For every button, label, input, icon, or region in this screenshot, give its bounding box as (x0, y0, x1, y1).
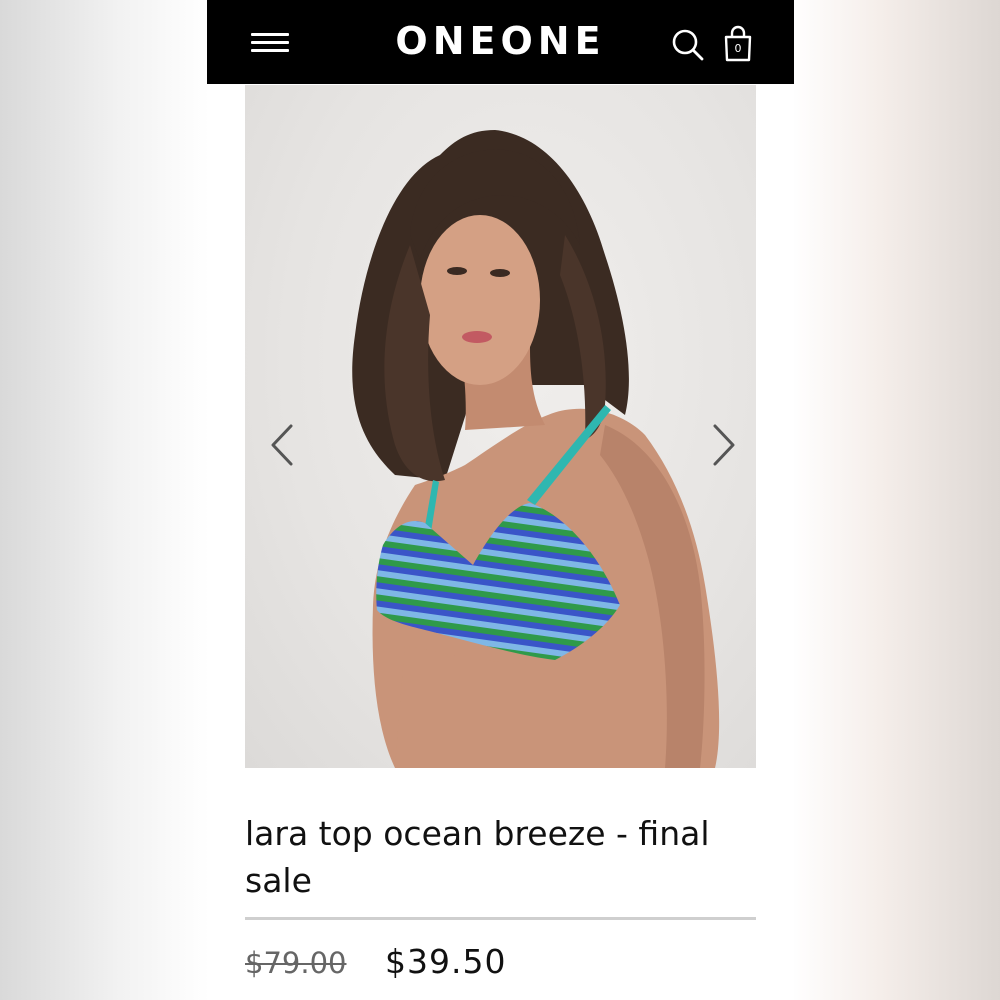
chevron-left-icon (271, 424, 293, 466)
product-photo-illustration (352, 130, 720, 768)
cart-count-badge: 0 (734, 42, 742, 55)
gallery-next-button[interactable] (703, 420, 743, 470)
product-title: lara top ocean breeze - final sale (245, 814, 710, 900)
phone-screen: ONEONE 0 lara top ocean breeze - final s… (207, 0, 794, 1000)
shopping-bag-icon[interactable]: 0 (723, 25, 753, 63)
divider (245, 917, 756, 920)
gallery-previous-button[interactable] (263, 420, 303, 470)
product-image[interactable] (245, 85, 756, 768)
chevron-right-icon (713, 424, 735, 466)
sale-price: $39.50 (385, 942, 507, 981)
original-price: $79.00 (245, 946, 347, 980)
search-icon[interactable] (670, 27, 706, 63)
top-navigation-bar: ONEONE 0 (207, 0, 794, 84)
